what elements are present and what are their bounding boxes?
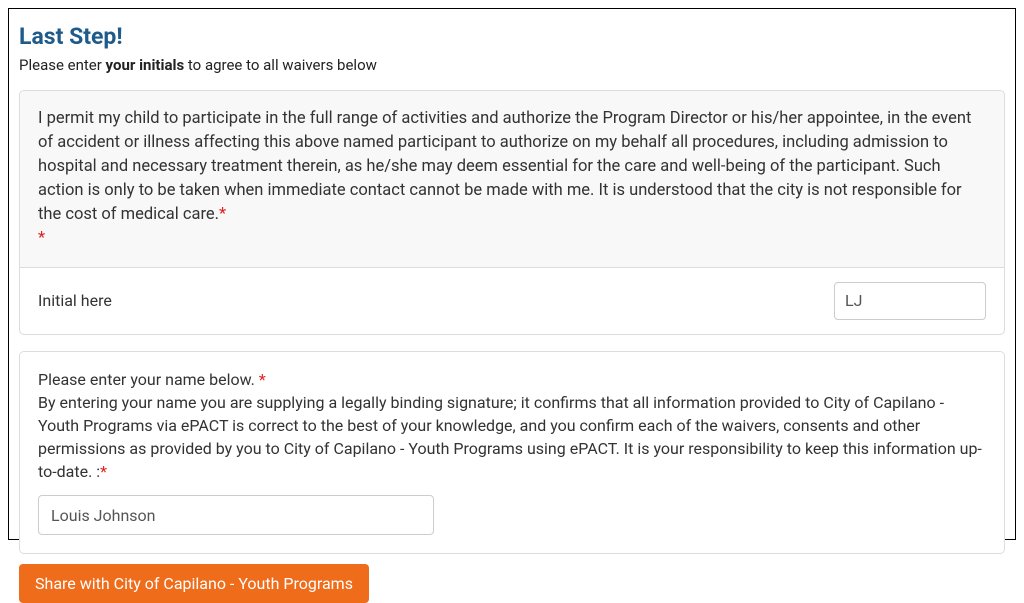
signature-prompt: Please enter your name below. * By enter… — [38, 368, 986, 484]
subheading-suffix: to agree to all waivers below — [184, 56, 377, 74]
signature-prompt-line2: By entering your name you are supplying … — [38, 393, 982, 482]
page-subheading: Please enter your initials to agree to a… — [19, 56, 1005, 74]
page-heading: Last Step! — [19, 23, 1005, 50]
initial-row: Initial here — [20, 267, 1004, 334]
name-input[interactable] — [38, 495, 434, 535]
required-asterisk: * — [219, 205, 226, 224]
subheading-prefix: Please enter — [19, 56, 106, 74]
waiver-box: I permit my child to participate in the … — [19, 90, 1005, 335]
initial-label: Initial here — [38, 291, 112, 310]
signature-prompt-line1: Please enter your name below. — [38, 370, 259, 389]
required-asterisk-line2: * — [38, 227, 986, 251]
subheading-bold: your initials — [106, 56, 185, 74]
waiver-body: I permit my child to participate in the … — [38, 109, 971, 224]
required-asterisk-sig1: * — [259, 370, 266, 389]
form-container: Last Step! Please enter your initials to… — [8, 8, 1016, 540]
signature-box: Please enter your name below. * By enter… — [19, 351, 1005, 555]
waiver-text: I permit my child to participate in the … — [20, 91, 1004, 267]
initial-input[interactable] — [834, 282, 986, 320]
required-asterisk-sig2: * — [100, 462, 107, 481]
share-button[interactable]: Share with City of Capilano - Youth Prog… — [19, 564, 369, 603]
